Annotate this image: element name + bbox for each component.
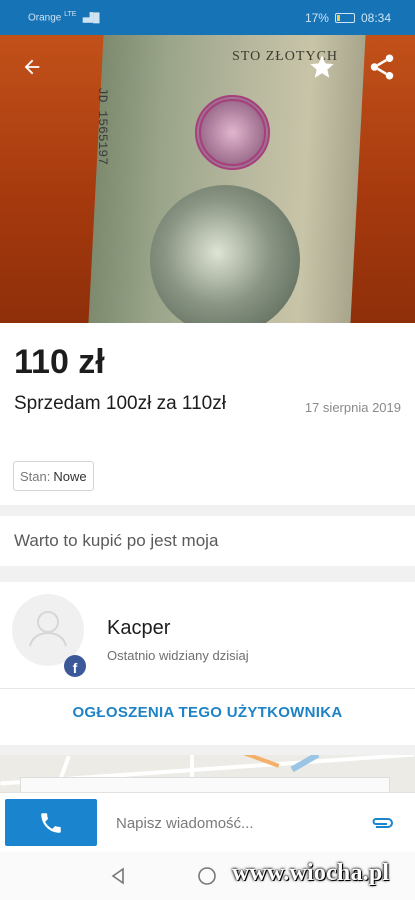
nav-back-icon[interactable] [108,866,128,886]
condition-value: Nowe [53,468,87,484]
call-button[interactable] [5,799,97,846]
share-icon [370,54,394,80]
carrier: Orange LTE ▗▟█ [28,11,100,24]
banknote-serial: JD 1565197 [95,87,110,166]
map-preview[interactable] [0,755,415,795]
arrow-left-icon [24,59,40,75]
share-button[interactable] [364,49,400,85]
nav-home-icon[interactable] [197,866,217,886]
bottom-action-bar: Napisz wiadomość... [0,792,415,852]
battery-icon [334,13,355,23]
phone-icon [41,812,61,833]
condition-label: Stan: [20,468,51,484]
star-icon [310,55,334,78]
seller-card: f Kacper Ostatnio widziany dzisiaj OGŁOS… [0,582,415,745]
price: 110 zł [14,343,105,381]
last-seen: Ostatnio widziany dzisiaj [107,648,249,663]
description-card: Warto to kupić po jest moja [0,516,415,566]
listing-photo[interactable]: STO ZŁOTYCH JD 1565197 [0,35,415,323]
divider [0,688,415,689]
listing-summary: 110 zł Sprzedam 100zł za 110zł 17 sierpn… [0,323,415,505]
battery-percent: 17% [304,11,329,25]
listing-title: Sprzedam 100zł za 110zł [14,393,226,414]
facebook-icon: f [64,655,86,677]
clock: 08:34 [360,11,391,25]
description: Warto to kupić po jest moja [14,531,219,550]
listing-date: 17 sierpnia 2019 [304,400,401,415]
attach-button[interactable] [370,813,396,838]
favorite-button[interactable] [304,49,340,85]
seller-name[interactable]: Kacper [107,617,170,640]
message-input[interactable]: Napisz wiadomość... [116,815,254,832]
condition-badge: Stan: Nowe [13,461,94,491]
status-bar: Orange LTE ▗▟█ 17% 08:34 [0,0,415,35]
back-button[interactable] [14,49,50,85]
watermark: www.wiocha.pl [232,860,390,886]
status-right: 17% 08:34 [305,11,391,25]
paperclip-icon [372,818,393,828]
user-ads-button[interactable]: OGŁOSZENIA TEGO UŻYTKOWNIKA [0,704,415,721]
